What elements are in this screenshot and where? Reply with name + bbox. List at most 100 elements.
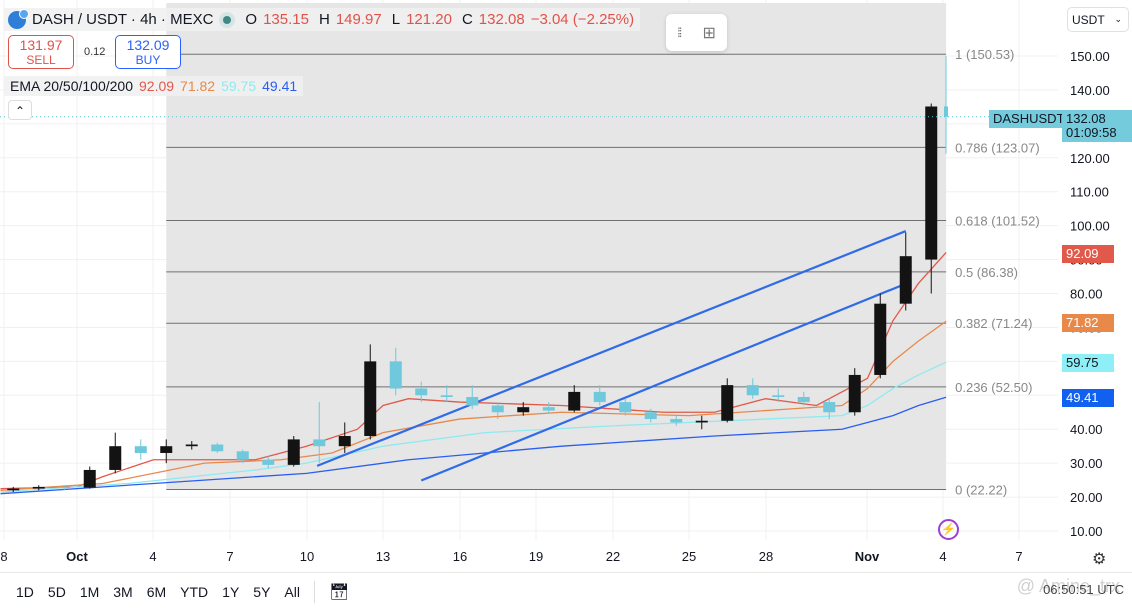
ema100-value: 59.75 bbox=[221, 78, 257, 94]
candle-body bbox=[797, 396, 810, 403]
candle bbox=[874, 293, 887, 379]
x-axis-tick: 8 bbox=[0, 549, 7, 564]
symbol-price-tag: DASHUSDT bbox=[989, 110, 1069, 128]
candle-body bbox=[389, 361, 402, 389]
candle-body bbox=[944, 106, 948, 117]
candle bbox=[287, 436, 300, 467]
candle-body bbox=[134, 446, 147, 453]
last-price: 132.08 bbox=[1066, 111, 1106, 126]
spread-value: 0.12 bbox=[84, 46, 106, 58]
candle-body bbox=[58, 486, 71, 488]
candle-body bbox=[542, 407, 555, 411]
close-value: 132.08 bbox=[478, 11, 525, 28]
fib-level-label: 0.786 (123.07) bbox=[955, 140, 1040, 155]
candle-body bbox=[746, 385, 759, 396]
candle-body bbox=[83, 469, 96, 488]
range-5y[interactable]: 5Y bbox=[253, 584, 270, 600]
add-widget-icon[interactable]: ⊞ bbox=[702, 23, 715, 43]
low-label: L bbox=[391, 11, 401, 28]
drag-handle-icon[interactable]: ⁞⁞ bbox=[677, 25, 682, 40]
candle bbox=[109, 432, 122, 474]
ema-legend[interactable]: EMA 20/50/100/200 92.09 71.82 59.75 49.4… bbox=[4, 76, 304, 96]
range-1m[interactable]: 1M bbox=[80, 584, 99, 600]
x-axis-tick: Oct bbox=[66, 549, 88, 564]
ema100-axis-label: 59.75 bbox=[1062, 354, 1114, 372]
open-value: 135.15 bbox=[263, 11, 309, 28]
candle-body bbox=[721, 385, 734, 421]
buy-button[interactable]: 132.09 BUY bbox=[115, 35, 181, 69]
high-label: H bbox=[318, 11, 330, 28]
x-axis-tick: 19 bbox=[529, 549, 543, 564]
lightning-icon[interactable]: ⚡ bbox=[938, 519, 959, 540]
open-label: O bbox=[245, 11, 258, 28]
candle-body bbox=[568, 391, 581, 411]
go-to-date-icon[interactable]: 📅︎ bbox=[329, 582, 349, 602]
x-axis-tick: 25 bbox=[682, 549, 696, 564]
symbol-legend: DASH / USDT · 4h · MEXC O 135.15 H 149.97 … bbox=[4, 8, 641, 31]
symbol-title[interactable]: DASH / USDT · 4h · MEXC bbox=[32, 11, 213, 28]
candle-body bbox=[772, 395, 785, 397]
collapse-legend-button[interactable]: ⌃ bbox=[8, 100, 32, 120]
candle-body bbox=[874, 303, 887, 375]
y-axis-tick: 150.00 bbox=[1070, 49, 1110, 64]
market-status-icon bbox=[219, 11, 236, 28]
candle-body bbox=[619, 402, 632, 413]
range-5d[interactable]: 5D bbox=[48, 584, 66, 600]
fib-level-label: 0 (22.22) bbox=[955, 483, 1007, 498]
candle-body bbox=[32, 486, 45, 489]
x-axis-tick: 4 bbox=[939, 549, 946, 564]
candle-body bbox=[160, 446, 173, 453]
bar-countdown: 01:09:58 bbox=[1066, 125, 1117, 140]
currency-select[interactable]: USDT ⌄ bbox=[1067, 7, 1129, 32]
settings-icon[interactable]: ⚙ bbox=[1092, 549, 1106, 569]
candle-body bbox=[670, 419, 683, 423]
candle-body bbox=[491, 405, 504, 413]
candle-body bbox=[185, 444, 198, 447]
candle-body bbox=[440, 395, 453, 397]
candle-body bbox=[338, 436, 351, 447]
x-axis-tick: 13 bbox=[376, 549, 390, 564]
candle bbox=[848, 368, 861, 416]
candle-body bbox=[848, 374, 861, 413]
bottom-toolbar: 1D 5D 1M 3M 6M YTD 1Y 5Y All 📅︎ bbox=[0, 572, 1132, 610]
x-axis-tick: 28 bbox=[759, 549, 773, 564]
range-ytd[interactable]: YTD bbox=[180, 584, 208, 600]
y-axis-tick: 110.00 bbox=[1070, 185, 1109, 200]
range-all[interactable]: All bbox=[284, 584, 300, 600]
candle-body bbox=[7, 488, 20, 491]
candle-body bbox=[925, 106, 938, 260]
candle-body bbox=[313, 439, 326, 447]
utc-clock[interactable]: 06:50:51 UTC bbox=[1043, 582, 1124, 597]
x-axis-tick: 16 bbox=[453, 549, 467, 564]
buy-label: BUY bbox=[135, 53, 161, 67]
candle-body bbox=[364, 361, 377, 437]
candle-body bbox=[211, 444, 224, 452]
y-axis-tick: 140.00 bbox=[1070, 83, 1110, 98]
ema20-axis-label: 92.09 bbox=[1062, 245, 1114, 263]
fib-level-label: 0.382 (71.24) bbox=[955, 316, 1032, 331]
ema20-value: 92.09 bbox=[139, 78, 175, 94]
candle-body bbox=[644, 412, 657, 420]
fib-level-label: 1 (150.53) bbox=[955, 47, 1014, 62]
sell-button[interactable]: 131.97 SELL bbox=[8, 35, 74, 69]
candle-body bbox=[593, 391, 606, 403]
x-axis-tick: 10 bbox=[300, 549, 314, 564]
range-6m[interactable]: 6M bbox=[147, 584, 166, 600]
candle-body bbox=[262, 459, 275, 465]
fib-level-label: 0.5 (86.38) bbox=[955, 265, 1018, 280]
y-axis-tick: 100.00 bbox=[1070, 219, 1110, 234]
floating-toolbar: ⁞⁞ ⊞ bbox=[666, 14, 727, 51]
low-value: 121.20 bbox=[406, 11, 452, 28]
fib-level-label: 0.236 (52.50) bbox=[955, 380, 1032, 395]
y-axis-tick: 120.00 bbox=[1070, 151, 1110, 166]
change-value: −3.04 (−2.25%) bbox=[530, 11, 635, 28]
y-axis-tick: 20.00 bbox=[1070, 490, 1103, 505]
candle-body bbox=[517, 407, 530, 413]
candle-body bbox=[695, 420, 708, 423]
range-3m[interactable]: 3M bbox=[113, 584, 132, 600]
y-axis-tick: 30.00 bbox=[1070, 456, 1103, 471]
range-1d[interactable]: 1D bbox=[16, 584, 34, 600]
candle-body bbox=[466, 396, 479, 406]
sell-price: 131.97 bbox=[19, 37, 63, 53]
range-1y[interactable]: 1Y bbox=[222, 584, 239, 600]
